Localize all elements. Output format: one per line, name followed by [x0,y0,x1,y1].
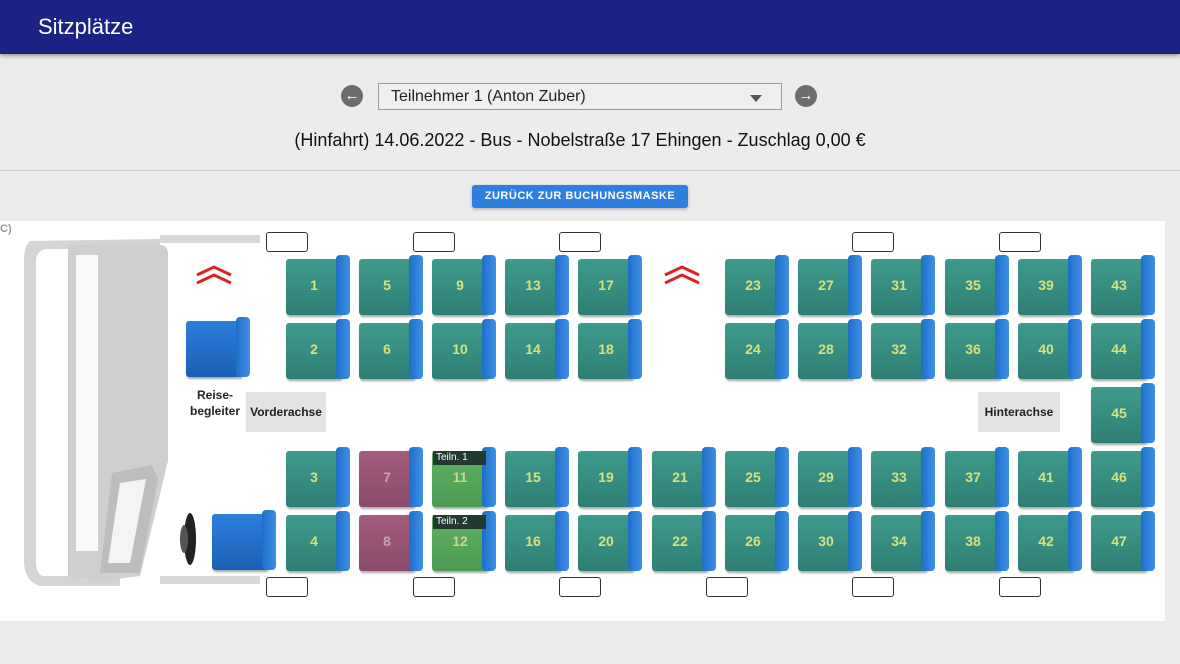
back-to-booking-button[interactable]: ZURÜCK ZUR BUCHUNGSMASKE [472,185,688,208]
seat-34[interactable]: 34 [871,511,937,577]
seat-18[interactable]: 18 [578,319,644,385]
divider [0,170,1180,171]
seat-6[interactable]: 6 [359,319,425,385]
seat-13[interactable]: 13 [505,255,571,321]
front-axle-label: Vorderachse [246,392,326,432]
seat-22[interactable]: 22 [652,511,718,577]
seat-2[interactable]: 2 [286,319,352,385]
seat-29[interactable]: 29 [798,447,864,513]
seat-36[interactable]: 36 [945,319,1011,385]
tour-guide-seat [186,317,252,383]
arrow-left-icon: ← [344,87,360,104]
driving-direction-icon-2 [664,265,700,285]
seat-17[interactable]: 17 [578,255,644,321]
window-marker [266,577,308,597]
seat-20[interactable]: 20 [578,511,644,577]
seat-39[interactable]: 39 [1018,255,1084,321]
seat-42[interactable]: 42 [1018,511,1084,577]
window-marker [999,577,1041,597]
seat-30[interactable]: 30 [798,511,864,577]
seat-33[interactable]: 33 [871,447,937,513]
seat-21[interactable]: 21 [652,447,718,513]
page-title: Sitzplätze [38,14,134,39]
window-marker [266,232,308,252]
seat-44[interactable]: 44 [1091,319,1157,385]
seat-40[interactable]: 40 [1018,319,1084,385]
prev-participant-button[interactable]: ← [341,85,363,107]
trip-info: (Hinfahrt) 14.06.2022 - Bus - Nobelstraß… [294,130,866,150]
seat-12[interactable]: Teiln. 2 12 [432,511,498,577]
seat-43[interactable]: 43 [1091,255,1157,321]
seat-14[interactable]: 14 [505,319,571,385]
seat-23[interactable]: 23 [725,255,791,321]
participant-select[interactable]: Teilnehmer 1 (Anton Zuber) [378,83,782,110]
window-marker [413,577,455,597]
window-marker [559,577,601,597]
window-marker [852,232,894,252]
seat-3[interactable]: 3 [286,447,352,513]
seat-37[interactable]: 37 [945,447,1011,513]
seat-47[interactable]: 47 [1091,511,1157,577]
seat-45[interactable]: 45 [1091,383,1157,449]
chevron-down-icon [750,95,762,102]
seat-4[interactable]: 4 [286,511,352,577]
seat-8[interactable]: 8 [359,511,425,577]
bus-seat-map: C) Reise- begleiter Vorderachse Hinterac… [0,221,1165,621]
corner-label: C) [0,223,12,235]
seat-15[interactable]: 15 [505,447,571,513]
window-marker [559,232,601,252]
seat-7[interactable]: 7 [359,447,425,513]
seat-19[interactable]: 19 [578,447,644,513]
driving-direction-icon [196,265,232,285]
window-marker [413,232,455,252]
participant-tag: Teiln. 1 [433,451,486,465]
seat-27[interactable]: 27 [798,255,864,321]
seat-46[interactable]: 46 [1091,447,1157,513]
seat-11[interactable]: Teiln. 1 11 [432,447,498,513]
seat-31[interactable]: 31 [871,255,937,321]
seat-41[interactable]: 41 [1018,447,1084,513]
seat-1[interactable]: 1 [286,255,352,321]
rear-axle-label: Hinterachse [978,392,1060,432]
seat-32[interactable]: 32 [871,319,937,385]
seat-38[interactable]: 38 [945,511,1011,577]
participant-tag: Teiln. 2 [433,515,486,529]
arrow-right-icon: → [798,87,814,104]
next-participant-button[interactable]: → [795,85,817,107]
seat-16[interactable]: 16 [505,511,571,577]
participant-select-value: Teilnehmer 1 (Anton Zuber) [391,88,586,105]
window-marker [999,232,1041,252]
seat-24[interactable]: 24 [725,319,791,385]
window-marker [706,577,748,597]
seat-35[interactable]: 35 [945,255,1011,321]
driver-seat [212,510,278,576]
seat-5[interactable]: 5 [359,255,425,321]
seat-28[interactable]: 28 [798,319,864,385]
seat-10[interactable]: 10 [432,319,498,385]
seat-25[interactable]: 25 [725,447,791,513]
tour-guide-label: Reise- begleiter [189,388,240,418]
seat-9[interactable]: 9 [432,255,498,321]
seat-26[interactable]: 26 [725,511,791,577]
app-header: Sitzplätze [0,0,1180,54]
window-marker [852,577,894,597]
